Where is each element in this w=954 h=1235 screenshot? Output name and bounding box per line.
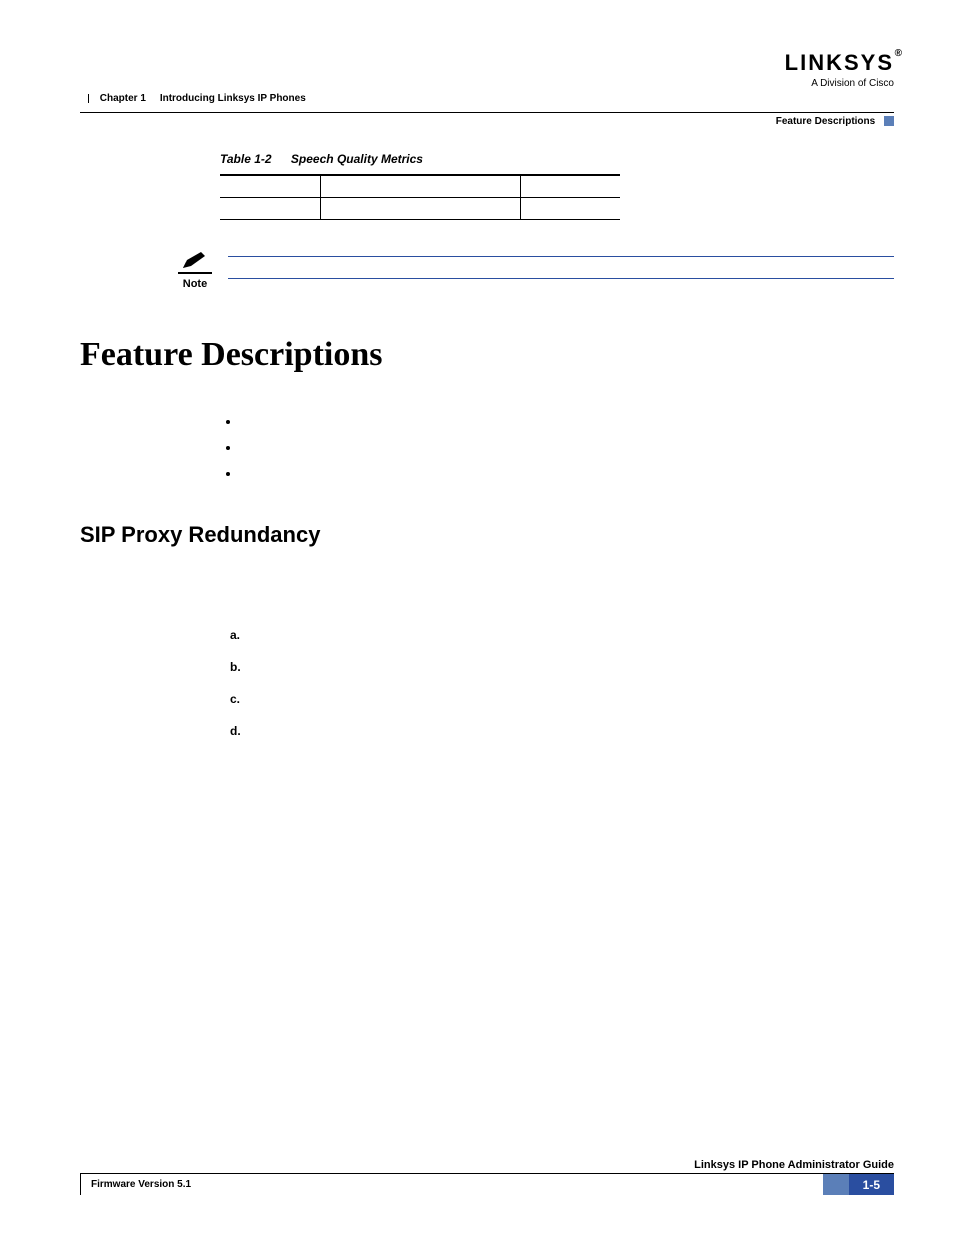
footer-bar: Firmware Version 5.1 1-5 bbox=[80, 1173, 894, 1195]
bullet-list bbox=[240, 414, 894, 492]
footer-firmware: Firmware Version 5.1 bbox=[80, 1174, 823, 1195]
note-icon-column: Note bbox=[170, 250, 220, 300]
footer-stripe bbox=[823, 1174, 849, 1195]
metrics-table bbox=[220, 174, 620, 220]
list-item bbox=[240, 440, 894, 466]
logo-subtitle: A Division of Cisco bbox=[785, 78, 894, 89]
chapter-label: Chapter 1 bbox=[100, 93, 146, 104]
heading-sip-proxy-redundancy: SIP Proxy Redundancy bbox=[80, 522, 894, 548]
logo-block: LINKSYS A Division of Cisco bbox=[785, 50, 894, 89]
section-label: Feature Descriptions bbox=[776, 116, 894, 127]
table-block: Table 1-2 Speech Quality Metrics bbox=[220, 152, 894, 220]
footer-page-number: 1-5 bbox=[849, 1174, 894, 1195]
page-header: LINKSYS A Division of Cisco Chapter 1 In… bbox=[80, 50, 894, 110]
section-label-row: Feature Descriptions bbox=[80, 112, 894, 132]
list-item-d: d. bbox=[230, 724, 894, 756]
list-item-a: a. bbox=[230, 628, 894, 660]
chapter-title: Introducing Linksys IP Phones bbox=[160, 93, 306, 104]
table-row bbox=[220, 175, 620, 197]
list-item bbox=[240, 414, 894, 440]
list-item bbox=[240, 466, 894, 492]
table-caption: Table 1-2 Speech Quality Metrics bbox=[220, 152, 894, 166]
pencil-icon bbox=[181, 250, 209, 270]
page-footer: Linksys IP Phone Administrator Guide Fir… bbox=[80, 1159, 894, 1195]
list-item-c: c. bbox=[230, 692, 894, 724]
table-title: Speech Quality Metrics bbox=[291, 152, 423, 166]
ordered-list: a. b. c. d. bbox=[230, 628, 894, 756]
heading-feature-descriptions: Feature Descriptions bbox=[80, 336, 894, 374]
table-number: Table 1-2 bbox=[220, 152, 272, 166]
section-marker-icon bbox=[884, 116, 894, 126]
note-rule-lines bbox=[228, 250, 894, 300]
note-label: Note bbox=[170, 278, 220, 290]
document-page: LINKSYS A Division of Cisco Chapter 1 In… bbox=[0, 0, 954, 1235]
list-item-b: b. bbox=[230, 660, 894, 692]
note-block: Note bbox=[170, 250, 894, 300]
logo-text: LINKSYS bbox=[785, 50, 894, 76]
footer-guide-title: Linksys IP Phone Administrator Guide bbox=[80, 1159, 894, 1173]
chapter-line: Chapter 1 Introducing Linksys IP Phones bbox=[80, 93, 306, 104]
table-row bbox=[220, 197, 620, 219]
